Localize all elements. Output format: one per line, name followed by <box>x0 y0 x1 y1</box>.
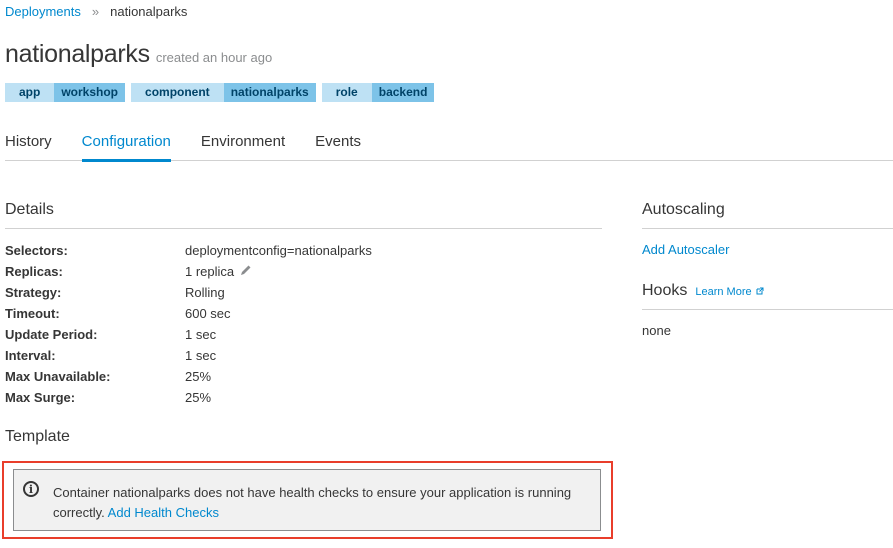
breadcrumb: Deployments » nationalparks <box>5 4 187 19</box>
detail-value: deploymentconfig=nationalparks <box>185 243 372 258</box>
details-divider <box>5 228 602 229</box>
label-app[interactable]: app workshop <box>5 83 126 102</box>
detail-key: Max Surge: <box>5 390 76 405</box>
detail-row-replicas: Replicas: 1 replica <box>5 263 372 284</box>
hooks-heading: Hooks <box>642 282 688 299</box>
add-autoscaler-link[interactable]: Add Autoscaler <box>642 242 729 257</box>
label-key[interactable]: role <box>321 83 372 102</box>
detail-row-timeout: Timeout: 600 sec <box>5 305 372 326</box>
label-key[interactable]: component <box>131 83 224 102</box>
template-heading: Template <box>5 428 70 445</box>
hooks-value: none <box>642 323 671 338</box>
breadcrumb-separator-icon: » <box>91 4 100 19</box>
label-value[interactable]: nationalparks <box>223 83 316 102</box>
detail-row-interval: Interval: 1 sec <box>5 347 372 368</box>
page-title: nationalparks <box>5 40 150 68</box>
tab-configuration[interactable]: Configuration <box>81 130 171 162</box>
label-value[interactable]: backend <box>371 83 435 102</box>
breadcrumb-current: nationalparks <box>110 4 188 19</box>
learn-more-label: Learn More <box>695 286 752 298</box>
detail-key: Max Unavailable: <box>5 369 111 384</box>
label-value[interactable]: workshop <box>54 83 126 102</box>
health-check-alert: i Container nationalparks does not have … <box>13 469 601 531</box>
detail-key: Update Period: <box>5 327 98 342</box>
tab-events[interactable]: Events <box>315 130 361 159</box>
detail-key: Interval: <box>5 348 56 363</box>
detail-row-strategy: Strategy: Rolling <box>5 284 372 305</box>
detail-row-max-unavailable: Max Unavailable: 25% <box>5 368 372 389</box>
detail-row-max-surge: Max Surge: 25% <box>5 389 372 410</box>
detail-key: Strategy: <box>5 285 62 300</box>
detail-value: 1 sec <box>185 348 217 363</box>
hooks-divider <box>642 309 893 310</box>
autoscaling-heading: Autoscaling <box>642 201 725 218</box>
learn-more-link[interactable]: Learn More <box>695 286 764 298</box>
tab-environment[interactable]: Environment <box>201 130 285 159</box>
detail-row-update-period: Update Period: 1 sec <box>5 326 372 347</box>
breadcrumb-deployments-link[interactable]: Deployments <box>5 4 81 19</box>
detail-value: Rolling <box>185 285 225 300</box>
alert-message-container: Container nationalparks does not have he… <box>53 483 593 523</box>
details-heading: Details <box>5 201 54 218</box>
add-health-checks-link[interactable]: Add Health Checks <box>108 505 219 520</box>
label-role[interactable]: role backend <box>321 83 435 102</box>
detail-row-selectors: Selectors: deploymentconfig=nationalpark… <box>5 242 372 263</box>
autoscaling-divider <box>642 228 893 229</box>
detail-value: 25% <box>185 369 212 384</box>
external-link-icon <box>756 287 764 295</box>
label-key[interactable]: app <box>5 83 55 102</box>
detail-key: Selectors: <box>5 243 68 258</box>
hooks-header: Hooks Learn More <box>642 282 764 300</box>
page-header: nationalparks created an hour ago <box>5 40 272 69</box>
label-list: app workshop component nationalparks rol… <box>5 83 440 102</box>
label-component[interactable]: component nationalparks <box>131 83 316 102</box>
detail-value: 1 replica <box>185 264 235 279</box>
detail-key: Replicas: <box>5 264 63 279</box>
details-list: Selectors: deploymentconfig=nationalpark… <box>5 242 372 410</box>
pencil-icon[interactable] <box>240 263 252 284</box>
tab-bar: History Configuration Environment Events <box>5 130 893 162</box>
tab-history[interactable]: History <box>5 130 52 159</box>
detail-value: 600 sec <box>185 306 231 321</box>
info-circle-icon: i <box>23 481 39 497</box>
detail-value: 1 sec <box>185 327 217 342</box>
detail-value: 25% <box>185 390 212 405</box>
created-timestamp: created an hour ago <box>155 50 273 65</box>
detail-key: Timeout: <box>5 306 60 321</box>
